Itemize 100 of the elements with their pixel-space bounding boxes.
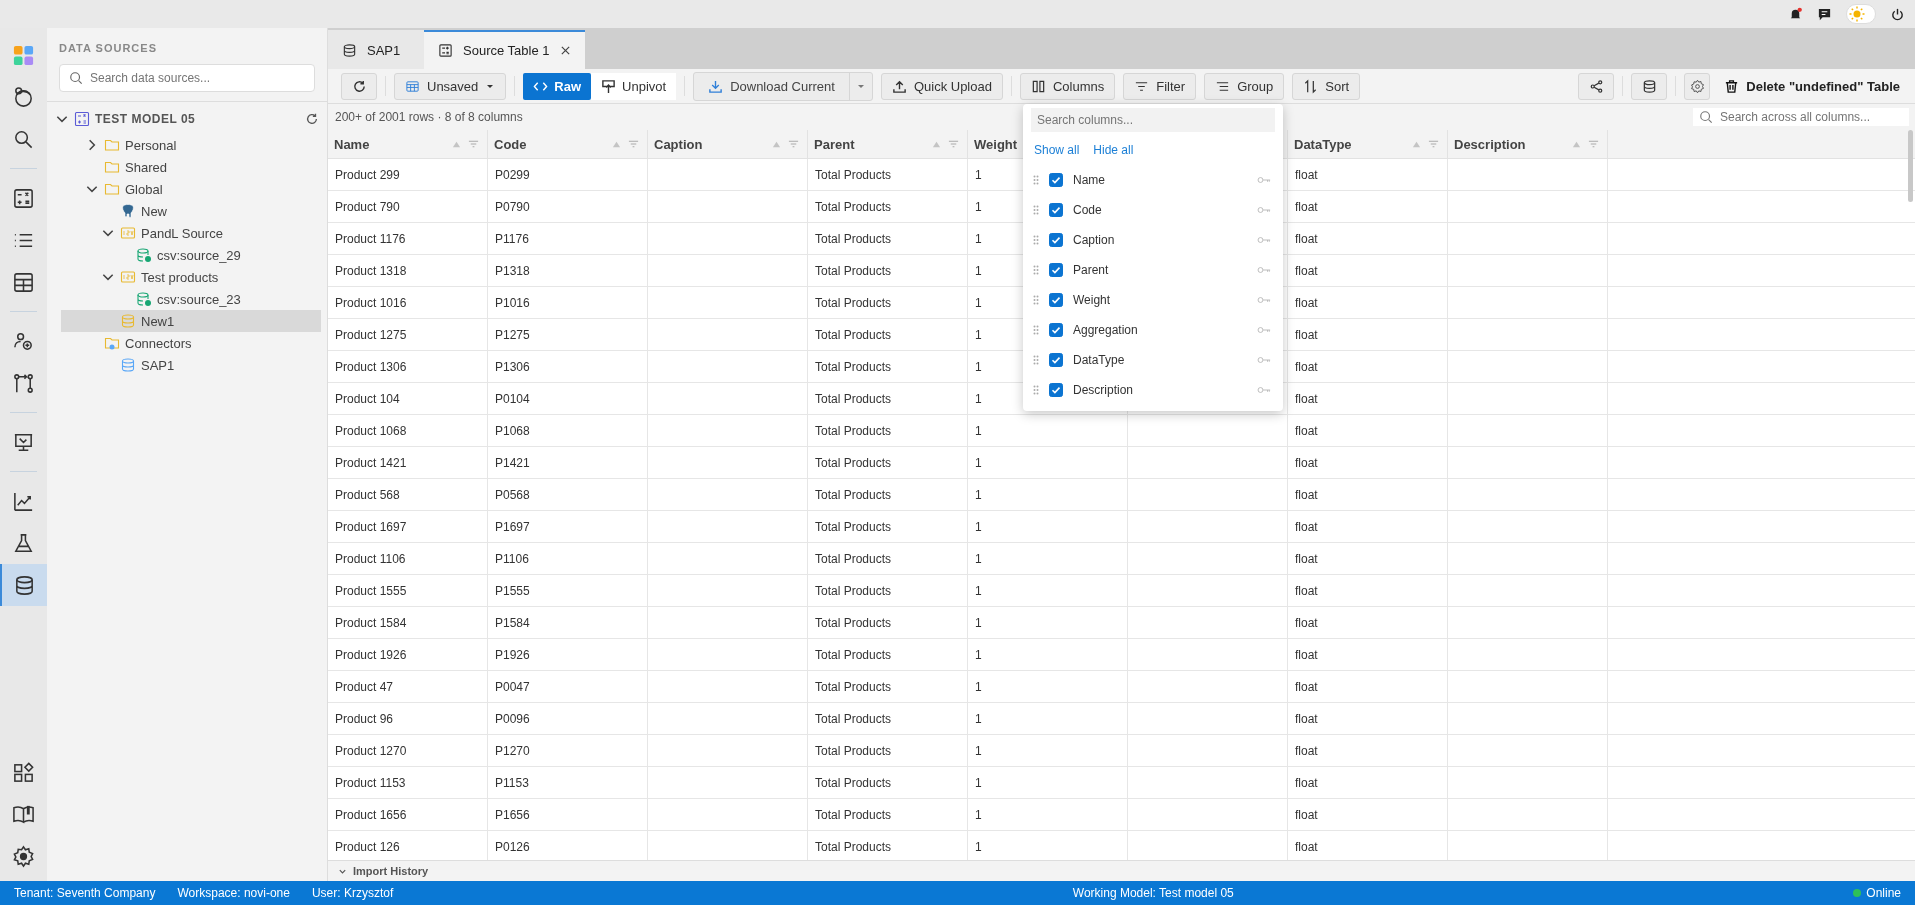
calculator-icon (74, 111, 90, 127)
tree-item[interactable]: Test products (61, 266, 321, 288)
table-cell: Total Products (815, 167, 892, 182)
column-checkbox[interactable] (1049, 173, 1063, 187)
tool-button[interactable]: Columns (1019, 72, 1116, 100)
database-icon (13, 573, 36, 597)
drag-handle-icon[interactable] (1033, 175, 1039, 185)
settings-button[interactable] (1684, 72, 1711, 100)
table-cell: 1 (975, 167, 982, 182)
tree-item[interactable]: Personal (61, 134, 321, 156)
table-cell: P1926 (495, 647, 530, 662)
tree-item[interactable]: PandL Source (61, 222, 321, 244)
table-cell: 1 (975, 359, 982, 374)
upload-icon (891, 78, 907, 94)
table-cell: P0299 (495, 167, 530, 182)
calculator-icon (12, 186, 35, 210)
tree-item[interactable]: SAP1 (61, 354, 321, 376)
folder-icon (104, 335, 120, 351)
column-header[interactable]: Name (334, 136, 445, 152)
search-icon (1699, 110, 1713, 124)
tree-item[interactable]: New1 (61, 310, 321, 332)
table-cell: 1 (975, 807, 982, 822)
theme-toggle[interactable] (1846, 4, 1876, 24)
close-icon[interactable] (559, 45, 571, 56)
table-cell: Product 1421 (335, 455, 407, 470)
tree-item[interactable]: csv:source_23 (61, 288, 321, 310)
table-search-field[interactable]: Search across all columns... (1693, 108, 1909, 126)
table-cell: Product 1153 (335, 775, 406, 790)
tool-button[interactable]: Filter (1123, 72, 1197, 100)
table-cell: Product 1584 (335, 615, 407, 630)
mode-toggle[interactable]: Raw (523, 72, 592, 100)
column-name: Code (1073, 203, 1103, 217)
rail-item[interactable] (0, 564, 47, 606)
hide-all-link[interactable]: Hide all (1093, 143, 1134, 157)
table-cell: float (1295, 487, 1318, 502)
view-dropdown[interactable]: Unsaved (394, 72, 507, 100)
table-cell: P1153 (495, 775, 529, 790)
column-checkbox[interactable] (1049, 323, 1063, 337)
tree-item[interactable]: New (61, 200, 321, 222)
folder-icon (104, 159, 120, 175)
table-cell: P1306 (495, 359, 530, 374)
tab[interactable]: SAP1 (328, 30, 424, 69)
column-checkbox[interactable] (1049, 293, 1063, 307)
column-checkbox[interactable] (1049, 233, 1063, 247)
table-cell: 1 (975, 647, 982, 662)
settings-icon (12, 844, 35, 868)
table-cell: P1697 (495, 519, 530, 534)
tree-item[interactable]: Global (61, 178, 321, 200)
column-checkbox[interactable] (1049, 203, 1063, 217)
table-cell: P1318 (495, 263, 530, 278)
table-cell: Total Products (815, 199, 892, 214)
status-text: User: Krzysztof (311, 886, 394, 900)
tab[interactable]: Source Table 1 (424, 30, 585, 69)
table-cell: float (1295, 167, 1318, 182)
column-checkbox[interactable] (1049, 263, 1063, 277)
download-button[interactable]: Download Current (693, 71, 873, 101)
connection-status: Online (1866, 886, 1901, 900)
column-search-field[interactable]: Search columns... (1031, 108, 1275, 132)
database-button[interactable] (1631, 72, 1668, 100)
upload-button[interactable]: Quick Upload (880, 72, 1003, 100)
table-cell: Total Products (815, 551, 892, 566)
drag-handle-icon[interactable] (1033, 235, 1039, 245)
tool-button[interactable]: Group (1204, 72, 1285, 100)
table-cell: Total Products (815, 743, 892, 758)
drag-handle-icon[interactable] (1033, 205, 1039, 215)
drag-handle-icon[interactable] (1033, 295, 1039, 305)
column-header[interactable]: Code (494, 136, 605, 152)
drag-handle-icon[interactable] (1033, 325, 1039, 335)
column-header[interactable]: DataType (1294, 136, 1405, 152)
tree-item[interactable]: TEST MODEL 05 (47, 108, 321, 130)
column-header[interactable]: Parent (814, 136, 925, 152)
column-header[interactable]: Caption (654, 136, 765, 152)
drag-handle-icon[interactable] (1033, 385, 1039, 395)
avatar-icon (12, 85, 35, 109)
table-cell: 1 (975, 839, 982, 854)
scrollbar[interactable] (1908, 130, 1913, 202)
table-cell: Product 104 (335, 391, 400, 406)
tree-item[interactable]: csv:source_29 (61, 244, 321, 266)
column-checkbox[interactable] (1049, 353, 1063, 367)
table-cell: P1584 (495, 615, 530, 630)
message-icon[interactable] (1817, 6, 1832, 22)
table-cell: float (1295, 839, 1318, 854)
tree-item[interactable]: Connectors (61, 332, 321, 354)
table-cell: float (1295, 359, 1318, 374)
drag-handle-icon[interactable] (1033, 265, 1039, 275)
apps-grid-icon (12, 43, 35, 67)
drag-handle-icon[interactable] (1033, 355, 1039, 365)
refresh-icon[interactable] (305, 112, 319, 126)
tree-item[interactable]: Shared (61, 156, 321, 178)
table-cell: Product 1555 (335, 583, 407, 598)
share-button[interactable] (1578, 72, 1615, 100)
column-header[interactable]: Description (1454, 136, 1565, 152)
tool-button[interactable]: Sort (1292, 72, 1361, 100)
power-icon[interactable] (1890, 6, 1905, 22)
search-field[interactable]: Search data sources... (59, 64, 315, 92)
mode-toggle[interactable]: Unpivot (591, 72, 677, 100)
refresh-button[interactable] (341, 72, 377, 100)
delete-table-button[interactable]: Delete "undefined" Table (1718, 77, 1906, 95)
show-all-link[interactable]: Show all (1034, 143, 1080, 157)
column-checkbox[interactable] (1049, 383, 1063, 397)
